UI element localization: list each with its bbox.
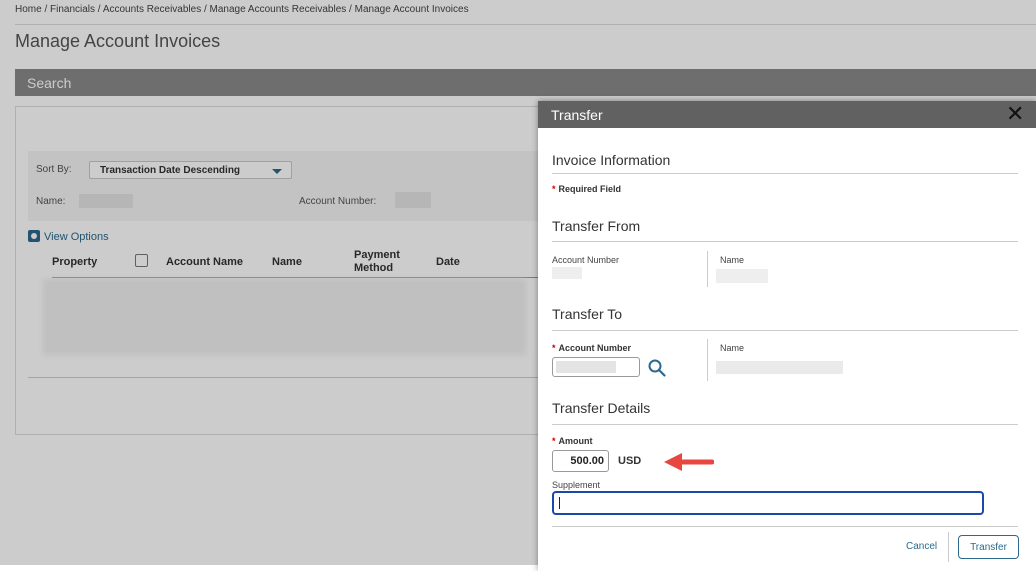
- column-separator: [707, 251, 708, 287]
- currency-label: USD: [618, 455, 642, 467]
- transfer-details-title: Transfer Details: [552, 400, 651, 416]
- to-name-label: Name: [720, 343, 745, 353]
- dialog-title: Transfer: [551, 107, 603, 123]
- required-field-text: Required Field: [558, 184, 622, 194]
- from-name-value: [716, 269, 768, 283]
- amount-input[interactable]: 500.00: [552, 450, 609, 472]
- to-account-number-input[interactable]: [552, 357, 640, 377]
- required-field-note: * Required Field: [552, 184, 621, 194]
- from-account-number-label: Account Number: [552, 255, 620, 265]
- footer-divider: [552, 526, 1018, 527]
- required-star: *: [552, 343, 556, 353]
- amount-label-text: Amount: [558, 436, 593, 446]
- column-separator: [707, 339, 708, 381]
- transfer-dialog: Transfer ✕ Invoice Information * Required…: [538, 101, 1036, 571]
- section-divider: [552, 330, 1018, 331]
- annotation-arrow-icon: [664, 453, 714, 471]
- transfer-button[interactable]: Transfer: [958, 535, 1019, 559]
- page: Home / Financials / Accounts Receivables…: [0, 0, 1036, 571]
- required-star: *: [552, 184, 556, 194]
- close-icon[interactable]: ✕: [1000, 103, 1030, 127]
- from-account-number-value: [552, 267, 582, 279]
- invoice-information-title: Invoice Information: [552, 152, 671, 168]
- required-star: *: [552, 436, 556, 446]
- section-divider: [552, 241, 1018, 242]
- search-icon[interactable]: [648, 359, 666, 377]
- to-account-number-label-text: Account Number: [558, 343, 632, 353]
- from-name-label: Name: [720, 255, 745, 265]
- amount-label: * Amount: [552, 436, 593, 446]
- section-divider: [552, 424, 1018, 425]
- supplement-input[interactable]: [552, 491, 984, 515]
- cancel-button[interactable]: Cancel: [906, 541, 937, 552]
- dialog-header: Transfer ✕: [538, 101, 1036, 128]
- supplement-label: Supplement: [552, 480, 601, 490]
- to-name-value: [716, 361, 843, 374]
- footer-separator: [948, 532, 949, 562]
- to-account-number-value: [556, 361, 616, 373]
- section-divider: [552, 173, 1018, 174]
- text-cursor: [559, 497, 560, 509]
- to-account-number-label: * Account Number: [552, 343, 631, 353]
- transfer-from-title: Transfer From: [552, 218, 641, 234]
- transfer-to-title: Transfer To: [552, 306, 623, 322]
